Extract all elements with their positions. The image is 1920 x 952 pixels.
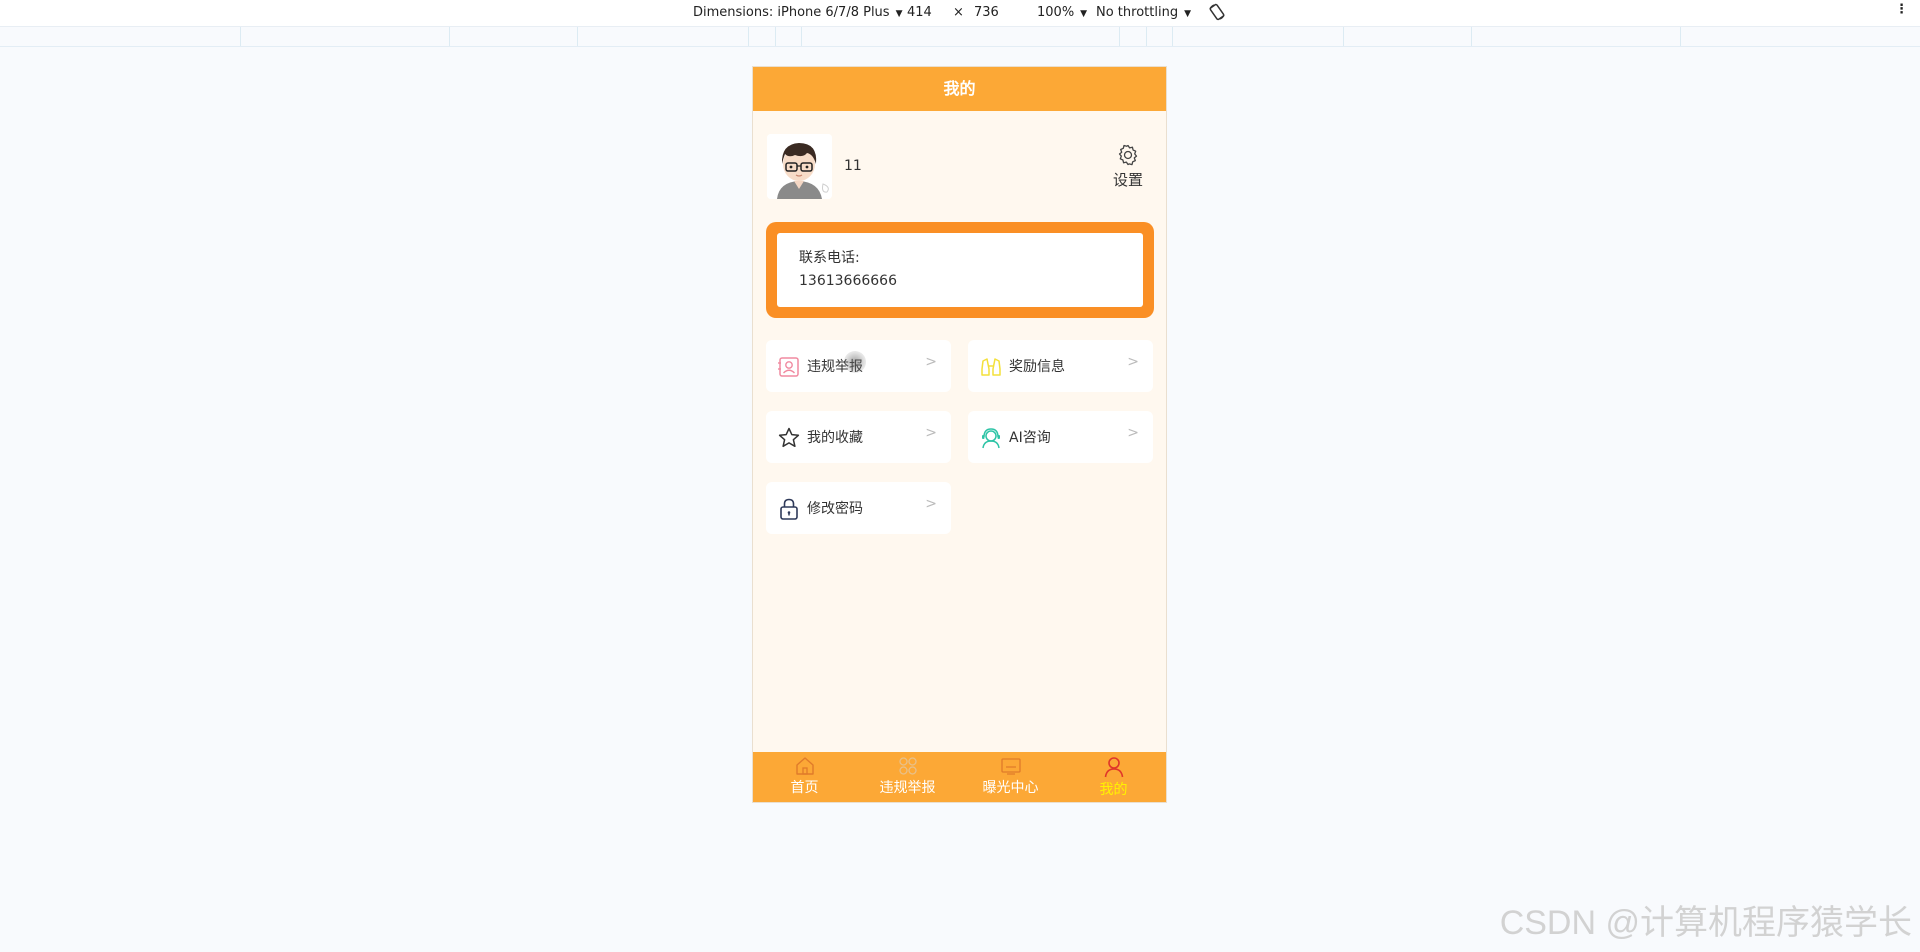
menu-item-rewards[interactable]: 奖励信息 >: [968, 340, 1153, 392]
binoculars-icon: [981, 358, 1001, 376]
avatar[interactable]: [767, 134, 832, 199]
menu-label: 我的收藏: [807, 430, 863, 446]
grid-icon: [898, 757, 917, 775]
page-title: 我的: [753, 67, 1166, 111]
watermark: CSDN @计算机程序猿学长: [1499, 904, 1912, 942]
tab-label: 首页: [790, 780, 819, 796]
menu-item-change-password[interactable]: 修改密码 >: [766, 482, 951, 534]
zoom-dropdown[interactable]: 100% ▼: [1037, 5, 1087, 20]
height-input[interactable]: 736: [974, 5, 999, 20]
star-icon: [778, 427, 800, 448]
bottom-tab-bar: 首页 违规举报 曝光中心 我的: [753, 752, 1166, 802]
screen-icon: [1000, 758, 1021, 775]
times-sign: ×: [953, 5, 964, 20]
menu-item-ai-consult[interactable]: AI咨询 >: [968, 411, 1153, 463]
kebab-menu-icon[interactable]: ⋮: [1895, 2, 1908, 17]
contact-phone: 13613666666: [799, 273, 897, 289]
tab-label: 违规举报: [879, 780, 936, 796]
menu-item-favorites[interactable]: 我的收藏 >: [766, 411, 951, 463]
device-dropdown[interactable]: Dimensions: iPhone 6/7/8 Plus ▼: [693, 5, 903, 20]
throttling-dropdown[interactable]: No throttling ▼: [1096, 5, 1191, 20]
tab-home[interactable]: 首页: [753, 752, 856, 802]
user-icon: [1104, 757, 1123, 778]
device-dimensions-label: Dimensions: iPhone 6/7/8 Plus: [693, 5, 890, 20]
report-icon: [778, 357, 799, 377]
gear-icon: [1118, 144, 1138, 166]
tab-mine[interactable]: 我的: [1062, 752, 1165, 802]
headset-agent-icon: [982, 428, 1000, 449]
profile-section: 11 设置: [753, 111, 1166, 221]
menu-item-report[interactable]: 违规举报 >: [766, 340, 951, 392]
devtools-toolbar: Dimensions: iPhone 6/7/8 Plus ▼ 414 × 736…: [0, 0, 1920, 27]
menu-label: 奖励信息: [1009, 359, 1065, 375]
menu-label: AI咨询: [1009, 430, 1051, 446]
chevron-right-icon: >: [1127, 425, 1139, 441]
throttling-label: No throttling: [1096, 5, 1179, 20]
cartoon-boy-avatar-icon: [767, 134, 832, 199]
settings-button[interactable]: 设置: [1108, 143, 1148, 190]
settings-label: 设置: [1112, 171, 1143, 189]
tab-label: 曝光中心: [982, 780, 1039, 796]
menu-label: 修改密码: [807, 501, 863, 517]
contact-card: 联系电话: 13613666666: [777, 233, 1143, 307]
tab-report[interactable]: 违规举报: [856, 752, 959, 802]
chevron-down-icon: ▼: [1184, 9, 1191, 19]
tab-label: 我的: [1099, 782, 1128, 798]
chevron-down-icon: ▼: [895, 9, 903, 19]
contact-label: 联系电话:: [799, 250, 860, 266]
contact-card-frame: 联系电话: 13613666666: [766, 222, 1154, 318]
width-input[interactable]: 414: [907, 5, 932, 20]
chevron-right-icon: >: [925, 425, 937, 441]
chevron-right-icon: >: [925, 496, 937, 512]
home-icon: [795, 757, 814, 775]
media-query-ruler: [0, 27, 1920, 47]
chevron-right-icon: >: [1127, 354, 1139, 370]
menu-label: 违规举报: [807, 359, 863, 375]
rotate-icon[interactable]: [1208, 3, 1226, 25]
chevron-right-icon: >: [925, 354, 937, 370]
zoom-label: 100%: [1037, 5, 1075, 20]
mobile-viewport: 我的 11 设置 联系电话: 13613666666 违规举报 > 奖励信息 >…: [752, 66, 1167, 803]
tab-exposure[interactable]: 曝光中心: [959, 752, 1062, 802]
username: 11: [844, 158, 862, 174]
chevron-down-icon: ▼: [1080, 9, 1088, 19]
lock-icon: [780, 498, 798, 520]
